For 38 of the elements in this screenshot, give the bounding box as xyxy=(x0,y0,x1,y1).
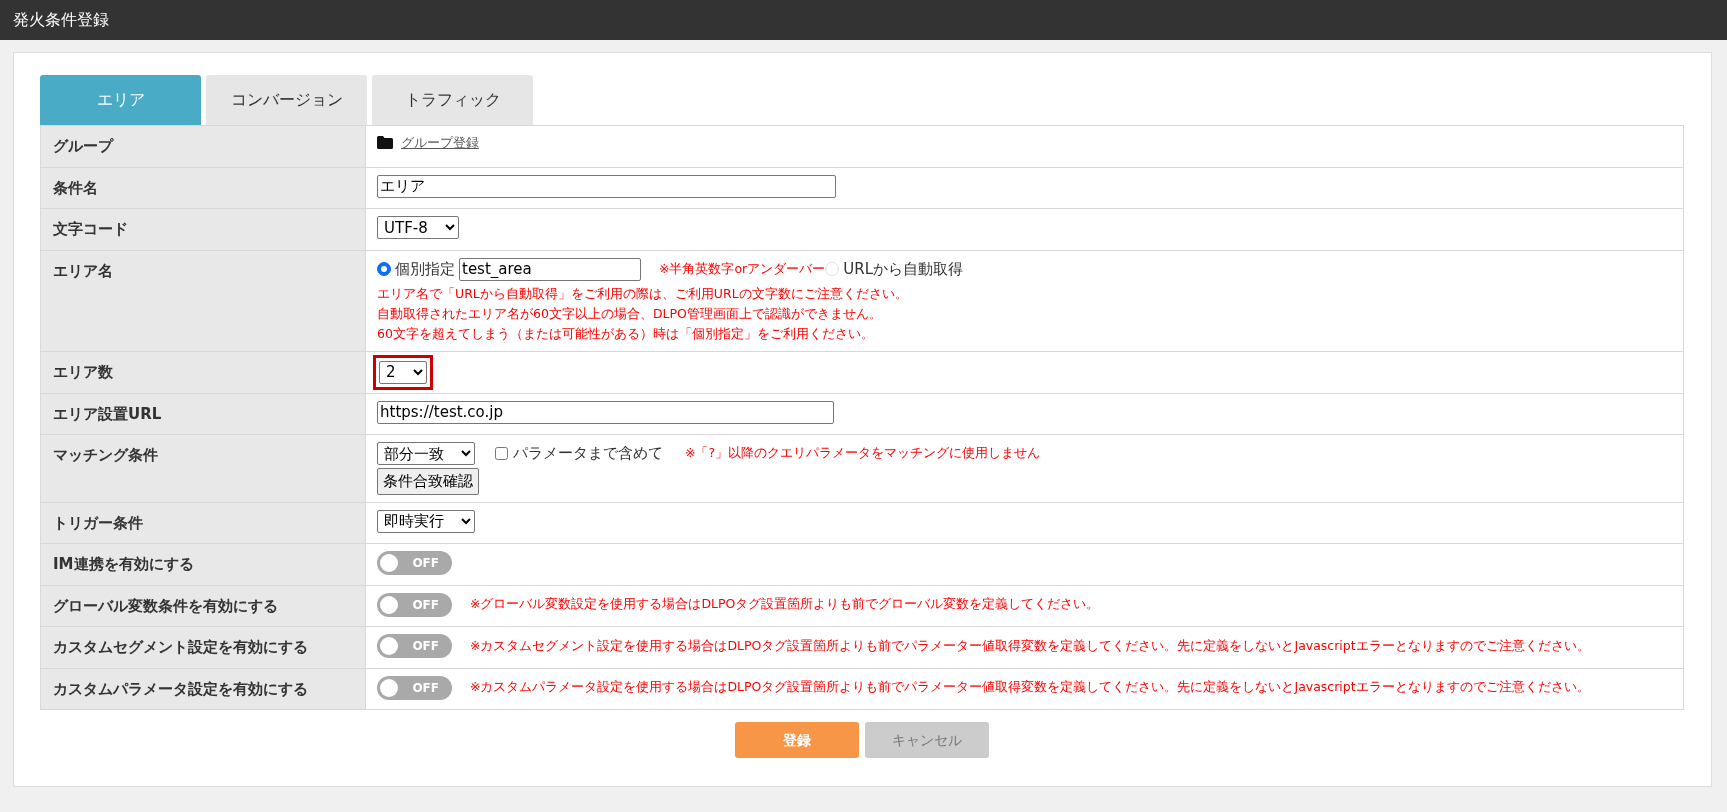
select-dropdown[interactable]: 2 xyxy=(379,360,427,384)
field-label: マッチング条件 xyxy=(40,434,366,502)
text-field[interactable]: test_area xyxy=(459,257,641,281)
select-dropdown[interactable]: 部分一致 xyxy=(377,442,475,465)
hint-text: ※カスタムパラメータ設定を使用する場合はDLPOタグ設置箇所よりも前でパラメーター値取得変数を定義してください。先に定義をしないとJavascriptエラーとなりますのでご注意ください。 xyxy=(470,678,1590,697)
field-label: エリア数 xyxy=(40,351,366,393)
field-label: カスタムパラメータ設定を有効にする xyxy=(40,668,366,710)
field-label: IM連携を有効にする xyxy=(40,543,366,585)
warning-text: エリア名で「URLから自動取得」をご利用の際は、ご利用URLの文字数にご注意ください。 xyxy=(377,284,909,303)
tab[interactable]: トラフィック xyxy=(372,75,533,125)
warning-text: 自動取得されたエリア名が60文字以上の場合、DLPO管理画面上で認識ができません。 xyxy=(377,304,883,323)
field-label: エリア名 xyxy=(40,250,366,351)
field-label: エリア設置URL xyxy=(40,393,366,435)
field-label: グローバル変数条件を有効にする xyxy=(40,585,366,627)
hint-text: ※「?」以降のクエリパラメータをマッチングに使用しません xyxy=(685,444,1041,463)
select-dropdown[interactable]: 即時実行 xyxy=(377,509,475,533)
hint-text: ※カスタムセグメント設定を使用する場合はDLPOタグ設置箇所よりも前でパラメーター値取得変数を定義してください。先に定義をしないとJavascriptエラーとなりますのでご注意ください。 xyxy=(470,636,1590,655)
group-link[interactable]: グループ登録 xyxy=(401,133,479,153)
select-dropdown[interactable]: UTF-8 xyxy=(377,216,459,239)
field-label: トリガー条件 xyxy=(40,502,366,544)
tab[interactable]: コンバージョン xyxy=(206,75,367,125)
field-label: 条件名 xyxy=(40,167,366,209)
hint-text: ※グローバル変数設定を使用する場合はDLPOタグ設置箇所よりも前でグローバル変数を定義してください。 xyxy=(470,595,1100,614)
field-label: 文字コード xyxy=(40,208,366,250)
text-field[interactable]: エリア xyxy=(377,174,836,198)
checkbox-label: パラメータまで含めて xyxy=(513,443,663,465)
field-label: カスタムセグメント設定を有効にする xyxy=(40,626,366,668)
check-button[interactable]: 条件合致確認 xyxy=(377,468,479,495)
checkbox[interactable] xyxy=(495,447,508,460)
field-label: グループ xyxy=(40,125,366,167)
text-field[interactable]: https://test.co.jp xyxy=(377,400,834,424)
warning-text: 60文字を超えてしまう（または可能性がある）時は「個別指定」をご利用ください。 xyxy=(377,324,875,343)
radio-button[interactable] xyxy=(377,262,391,276)
page-title: 発火条件登録 xyxy=(13,9,109,31)
radio-label: 個別指定 xyxy=(395,258,455,280)
hint-text: ※半角英数字orアンダーバー xyxy=(659,259,826,278)
folder-icon xyxy=(377,136,393,150)
radio-label: URLから自動取得 xyxy=(843,258,964,280)
